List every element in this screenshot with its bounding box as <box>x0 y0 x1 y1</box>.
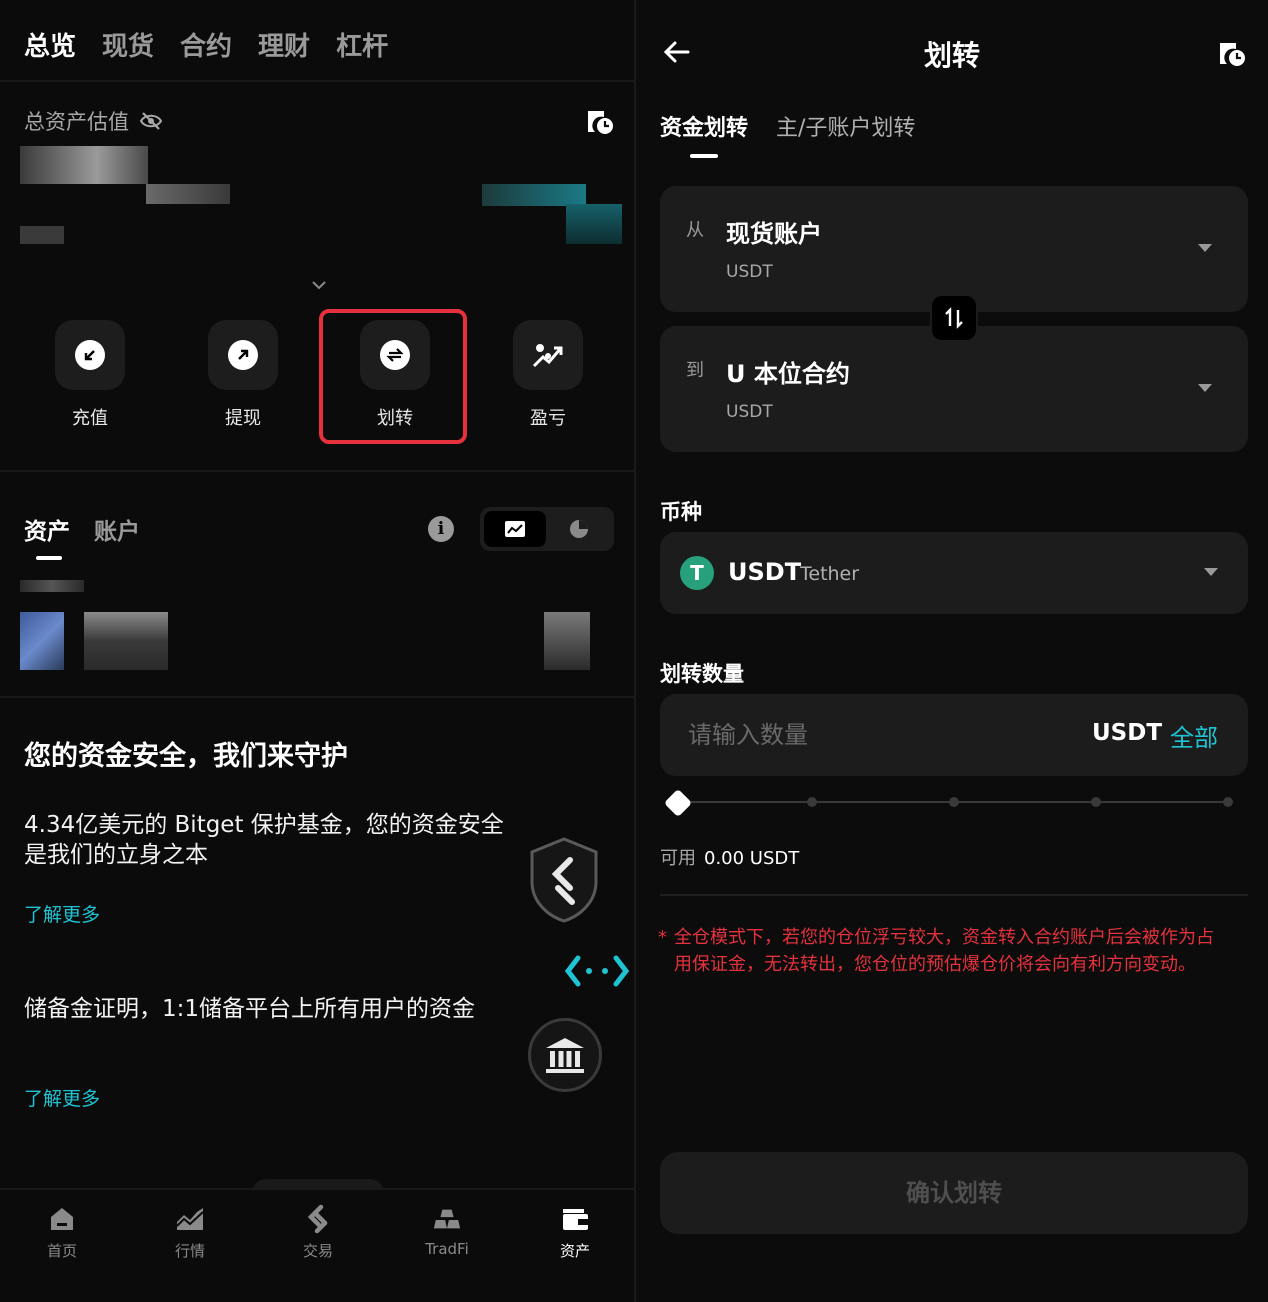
from-account-name: 现货账户 <box>726 220 822 248</box>
pie-view-toggle[interactable] <box>548 511 610 547</box>
nav-trade[interactable]: 交易 <box>273 1204 363 1261</box>
transfer-panel: 划转 资金划转 主/子账户划转 从 现货账户 USDT 到 U 本位合约 USD… <box>636 0 1268 1302</box>
tab-accounts[interactable]: 账户 <box>94 512 140 546</box>
nav-market[interactable]: 行情 <box>145 1204 235 1261</box>
warning-text: 全仓模式下，若您的仓位浮亏较大，资金转入合约账户后会被作为占用保证金，无法转出，… <box>674 927 1214 975</box>
top-tab-bar: 总览 现货 合约 理财 杠杆 <box>24 26 388 63</box>
tab-spot[interactable]: 现货 <box>102 26 154 63</box>
nav-assets[interactable]: 资产 <box>530 1204 620 1261</box>
reserve-proof-text: 储备金证明，1:1储备平台上所有用户的资金 <box>24 996 476 1022</box>
nav-assets-label: 资产 <box>559 1242 590 1260</box>
confirm-transfer-button[interactable]: 确认划转 <box>660 1152 1248 1234</box>
coin-code: USDT <box>728 558 802 586</box>
page-title: 划转 <box>923 39 980 72</box>
cross-margin-warning: * 全仓模式下，若您的仓位浮亏较大，资金转入合约账户后会被作为占用保证金，无法转… <box>658 924 1228 978</box>
to-prefix: 到 <box>686 360 704 381</box>
slider-handle[interactable] <box>663 788 693 818</box>
swap-arrows-icon <box>945 307 963 329</box>
deposit-button[interactable]: 充值 <box>54 320 126 430</box>
learn-more-link[interactable]: 了解更多 <box>24 1084 100 1111</box>
nav-home[interactable]: 首页 <box>17 1204 107 1261</box>
tab-futures[interactable]: 合约 <box>180 26 232 63</box>
withdraw-icon <box>228 340 258 370</box>
bank-icon <box>528 1018 602 1092</box>
deposit-label: 充值 <box>72 408 108 429</box>
tether-logo-icon: T <box>680 556 714 590</box>
coin-name: Tether <box>800 563 860 585</box>
to-account-select[interactable]: 到 U 本位合约 USDT <box>660 326 1248 452</box>
pnl-label: 盈亏 <box>530 408 566 429</box>
divider <box>0 696 634 698</box>
amount-unit: USDT <box>1092 720 1163 746</box>
shield-icon <box>530 837 598 923</box>
pnl-icon <box>532 344 563 368</box>
from-prefix: 从 <box>686 220 704 241</box>
available-balance: 可用 0.00 USDT <box>660 844 799 870</box>
available-label: 可用 <box>660 848 696 869</box>
line-chart-icon <box>505 521 525 537</box>
nav-market-label: 行情 <box>174 1242 205 1260</box>
slider-step-25[interactable] <box>807 797 817 807</box>
amount-label: 划转数量 <box>660 662 744 686</box>
nav-tradfi-label: TradFi <box>425 1240 469 1258</box>
tab-assets[interactable]: 资产 <box>24 512 70 546</box>
eye-off-icon[interactable] <box>139 111 163 131</box>
nav-trade-label: 交易 <box>302 1242 333 1260</box>
divider <box>660 894 1248 896</box>
learn-more-link[interactable]: 了解更多 <box>24 900 100 927</box>
divider <box>0 80 634 82</box>
chart-view-toggle[interactable] <box>484 511 546 547</box>
bitget-logo-icon <box>564 955 630 987</box>
transfer-highlight-box <box>319 309 467 444</box>
slider-step-100[interactable] <box>1223 797 1233 807</box>
tab-earn[interactable]: 理财 <box>258 26 310 63</box>
assets-overview-panel: 总览 现货 合约 理财 杠杆 总资产估值 充值 提现 划转 盈亏 资产 账户 i… <box>0 0 634 1302</box>
tradfi-icon <box>433 1209 461 1229</box>
total-asset-label: 总资产估值 <box>24 106 163 136</box>
home-icon <box>51 1208 73 1230</box>
caret-down-icon <box>1198 384 1212 392</box>
nav-home-label: 首页 <box>46 1242 77 1260</box>
active-tab-indicator <box>36 556 62 560</box>
asset-sub-tabs: 资产 账户 <box>24 512 140 546</box>
to-coin: USDT <box>726 402 773 422</box>
market-icon <box>176 1208 204 1230</box>
to-account-name: U 本位合约 <box>726 360 850 388</box>
slider-step-75[interactable] <box>1091 797 1101 807</box>
tab-subaccount-transfer[interactable]: 主/子账户划转 <box>776 110 915 142</box>
tab-margin[interactable]: 杠杆 <box>336 26 388 63</box>
caret-down-icon <box>1198 244 1212 252</box>
pie-chart-icon <box>570 520 588 538</box>
wallet-icon <box>563 1209 588 1230</box>
trade-icon <box>307 1204 328 1234</box>
available-value: 0.00 USDT <box>704 848 800 869</box>
caret-down-icon <box>1204 568 1218 576</box>
slider-step-50[interactable] <box>949 797 959 807</box>
withdraw-label: 提现 <box>225 408 261 429</box>
history-icon[interactable] <box>584 106 616 138</box>
pnl-button[interactable]: 盈亏 <box>512 320 584 430</box>
protection-fund-text: 4.34亿美元的 Bitget 保护基金，您的资金安全是我们的立身之本 <box>24 812 504 868</box>
divider <box>0 470 634 472</box>
view-toggle <box>480 507 614 551</box>
chevron-down-icon[interactable] <box>308 274 330 296</box>
nav-tradfi[interactable]: TradFi <box>402 1204 492 1258</box>
info-icon[interactable]: i <box>428 516 454 542</box>
security-title: 您的资金安全，我们来守护 <box>24 741 348 772</box>
tab-overview[interactable]: 总览 <box>24 26 76 63</box>
total-asset-text: 总资产估值 <box>24 110 129 134</box>
warning-star: * <box>658 927 667 948</box>
amount-input[interactable] <box>688 718 1068 752</box>
max-amount-button[interactable]: 全部 <box>1170 718 1218 753</box>
coin-label: 币种 <box>660 500 702 524</box>
history-icon[interactable] <box>1216 38 1248 70</box>
deposit-icon <box>75 340 105 370</box>
transfer-type-tabs: 资金划转 主/子账户划转 <box>660 110 915 142</box>
from-coin: USDT <box>726 262 773 282</box>
tab-fund-transfer[interactable]: 资金划转 <box>660 110 748 142</box>
active-tab-indicator <box>690 154 718 158</box>
swap-accounts-button[interactable] <box>930 294 978 342</box>
withdraw-button[interactable]: 提现 <box>207 320 279 430</box>
